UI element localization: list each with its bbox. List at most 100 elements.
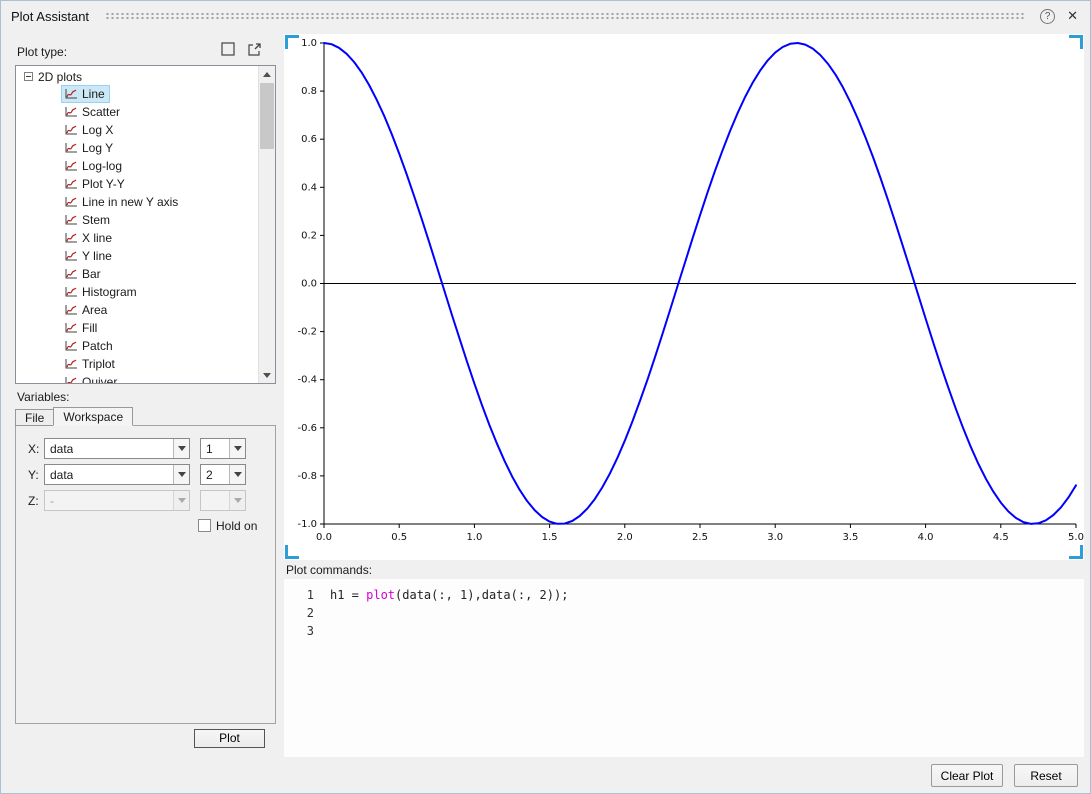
workspace-tab-panel: X: data 1 Y: data 2 — [15, 425, 276, 724]
tree-item-log-log[interactable]: Log-log — [16, 157, 258, 175]
tree-item-fill[interactable]: Fill — [16, 319, 258, 337]
export-arrow-icon — [247, 42, 262, 57]
svg-text:3.0: 3.0 — [767, 532, 783, 543]
svg-text:-1.0: -1.0 — [297, 519, 317, 530]
plot-type-icon — [64, 287, 77, 298]
plot-type-icon — [64, 179, 77, 190]
export-figure-button[interactable] — [245, 40, 263, 58]
tree-item-log-x[interactable]: Log X — [16, 121, 258, 139]
left-panel: Plot type: 2D plots Line Scatter — [9, 37, 279, 785]
svg-text:5.0: 5.0 — [1068, 532, 1084, 543]
drag-handle-dots — [105, 12, 1024, 20]
y-column-select[interactable]: 2 — [200, 464, 246, 485]
reset-button[interactable]: Reset — [1014, 764, 1078, 787]
svg-text:0.0: 0.0 — [316, 532, 332, 543]
hold-on-row: Hold on — [16, 518, 275, 539]
plot-type-icon — [64, 233, 77, 244]
svg-text:3.5: 3.5 — [842, 532, 858, 543]
plot-commands-label: Plot commands: — [286, 563, 372, 577]
plot-assistant-window: Plot Assistant ? ✕ Plot type: 2D plots — [0, 0, 1091, 794]
tree-scrollbar[interactable] — [258, 66, 275, 383]
svg-text:4.5: 4.5 — [993, 532, 1009, 543]
svg-text:1.0: 1.0 — [466, 532, 482, 543]
plot-type-tree: 2D plots Line Scatter Log X Log Y Log-lo… — [15, 65, 276, 384]
selection-corner-icon — [285, 545, 299, 559]
hold-on-checkbox[interactable] — [198, 519, 211, 532]
x-column-select[interactable]: 1 — [200, 438, 246, 459]
clear-plot-button[interactable]: Clear Plot — [931, 764, 1003, 787]
plot-commands-editor[interactable]: 1 h1 = plot(data(:, 1),data(:, 2)); 2 3 — [284, 579, 1084, 757]
collapse-icon[interactable] — [24, 72, 33, 81]
svg-text:0.4: 0.4 — [301, 182, 317, 193]
x-variable-select[interactable]: data — [44, 438, 190, 459]
plot-button[interactable]: Plot — [194, 729, 265, 748]
plot-type-icon — [64, 269, 77, 280]
tree-item-log-y[interactable]: Log Y — [16, 139, 258, 157]
plot-type-icon — [64, 215, 77, 226]
chevron-down-icon[interactable] — [229, 439, 245, 458]
y-variable-select[interactable]: data — [44, 464, 190, 485]
variables-tabs: File Workspace — [15, 408, 132, 426]
tree-item-quiver[interactable]: Quiver — [16, 373, 258, 384]
plot-type-icon — [64, 251, 77, 262]
tab-file[interactable]: File — [15, 409, 54, 426]
code-line-1[interactable]: 1 h1 = plot(data(:, 1),data(:, 2)); — [284, 586, 1084, 604]
new-figure-button[interactable] — [219, 40, 237, 58]
chevron-down-icon — [229, 491, 245, 510]
variables-label: Variables: — [17, 390, 69, 404]
plot-type-icon — [64, 305, 77, 316]
window-title: Plot Assistant — [11, 9, 89, 24]
tree-item-histogram[interactable]: Histogram — [16, 283, 258, 301]
tree-item-area[interactable]: Area — [16, 301, 258, 319]
line-number: 2 — [284, 604, 330, 622]
code-line-2[interactable]: 2 — [284, 604, 1084, 622]
blank-figure-icon — [221, 42, 235, 56]
chevron-down-icon[interactable] — [173, 465, 189, 484]
tree-item-line[interactable]: Line — [16, 85, 258, 103]
tree-item-patch[interactable]: Patch — [16, 337, 258, 355]
keyword-plot: plot — [366, 588, 395, 602]
plot-type-icon — [64, 323, 77, 334]
scroll-down-icon[interactable] — [259, 367, 275, 383]
titlebar: Plot Assistant ? ✕ — [1, 1, 1090, 31]
tab-workspace[interactable]: Workspace — [53, 407, 133, 426]
svg-text:-0.8: -0.8 — [297, 471, 317, 482]
z-column-select — [200, 490, 246, 511]
plot-type-label: Plot type: — [17, 45, 67, 59]
selection-corner-icon — [1069, 545, 1083, 559]
plot-type-icon — [64, 143, 77, 154]
plot-type-icon — [64, 89, 77, 100]
svg-text:-0.2: -0.2 — [297, 327, 317, 338]
svg-text:0.2: 0.2 — [301, 230, 317, 241]
tree-root-2d-plots[interactable]: 2D plots — [16, 68, 258, 85]
line-number: 3 — [284, 622, 330, 640]
svg-text:0.6: 0.6 — [301, 134, 317, 145]
tree-item-plot-y-y[interactable]: Plot Y-Y — [16, 175, 258, 193]
tree-item-y-line[interactable]: Y line — [16, 247, 258, 265]
help-icon[interactable]: ? — [1040, 9, 1055, 24]
z-label: Z: — [28, 494, 39, 508]
tree-rows: 2D plots Line Scatter Log X Log Y Log-lo… — [16, 68, 258, 383]
tree-item-bar[interactable]: Bar — [16, 265, 258, 283]
tree-item-triplot[interactable]: Triplot — [16, 355, 258, 373]
plot-canvas[interactable]: 1.00.80.60.40.20.0-0.2-0.4-0.6-0.8-1.00.… — [284, 34, 1084, 560]
selection-corner-icon — [1069, 35, 1083, 49]
tree-item-x-line[interactable]: X line — [16, 229, 258, 247]
scroll-up-icon[interactable] — [259, 66, 275, 82]
plot-type-icon — [64, 359, 77, 370]
z-variable-row: Z: - — [16, 490, 275, 511]
plot-type-icon — [64, 125, 77, 136]
tree-item-line-in-new-y-axis[interactable]: Line in new Y axis — [16, 193, 258, 211]
plot-svg: 1.00.80.60.40.20.0-0.2-0.4-0.6-0.8-1.00.… — [284, 34, 1084, 560]
code-line-3[interactable]: 3 — [284, 622, 1084, 640]
tree-item-scatter[interactable]: Scatter — [16, 103, 258, 121]
chevron-down-icon[interactable] — [229, 465, 245, 484]
plot-type-icon — [64, 341, 77, 352]
chevron-down-icon — [173, 491, 189, 510]
chevron-down-icon[interactable] — [173, 439, 189, 458]
scrollbar-thumb[interactable] — [260, 83, 274, 149]
tree-item-stem[interactable]: Stem — [16, 211, 258, 229]
svg-text:0.0: 0.0 — [301, 279, 317, 290]
y-variable-row: Y: data 2 — [16, 464, 275, 485]
close-icon[interactable]: ✕ — [1067, 8, 1078, 24]
